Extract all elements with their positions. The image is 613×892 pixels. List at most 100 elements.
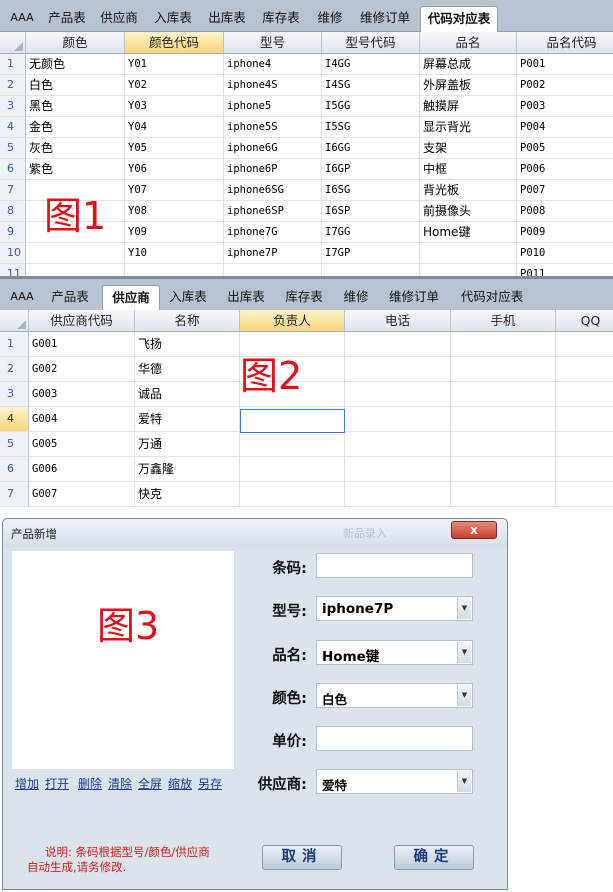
grid-cell[interactable]: Y01 xyxy=(125,54,224,75)
tab-repair[interactable]: 维修 xyxy=(338,285,374,311)
grid-cell[interactable]: 爱特 xyxy=(135,407,240,432)
grid-cell[interactable]: P003 xyxy=(517,96,613,117)
grid-cell[interactable] xyxy=(556,482,613,507)
grid-cell[interactable]: 快克 xyxy=(135,482,240,507)
row-number[interactable]: 6 xyxy=(0,457,29,482)
product-image-box[interactable]: 图3 xyxy=(12,551,234,769)
grid-cell[interactable]: G003 xyxy=(29,382,135,407)
grid-cell[interactable] xyxy=(556,407,613,432)
grid-cell[interactable]: I5GG xyxy=(322,96,420,117)
row-number[interactable]: 4 xyxy=(0,407,29,432)
grid-cell[interactable]: P007 xyxy=(517,180,613,201)
dialog-titlebar[interactable]: 产品新增 新品录入 x xyxy=(3,519,507,547)
grid-cell[interactable] xyxy=(240,482,345,507)
image-add-link[interactable]: 增加 xyxy=(15,775,39,792)
chevron-down-icon[interactable]: ▼ xyxy=(457,685,471,706)
chevron-down-icon[interactable]: ▼ xyxy=(457,642,471,663)
grid-cell[interactable]: I6SG xyxy=(322,180,420,201)
grid-cell[interactable]: Y03 xyxy=(125,96,224,117)
grid-cell[interactable]: 华德 xyxy=(135,357,240,382)
tab-outbound[interactable]: 出库表 xyxy=(204,6,250,32)
grid-cell[interactable] xyxy=(451,432,556,457)
column-header[interactable]: QQ xyxy=(556,310,613,332)
grid-cell[interactable]: 屏幕总成 xyxy=(420,54,517,75)
tab-inbound[interactable]: 入库表 xyxy=(150,6,196,32)
tab-aaa[interactable]: AAA xyxy=(6,6,38,32)
grid-cell[interactable]: P009 xyxy=(517,222,613,243)
grid-cell[interactable] xyxy=(420,264,517,276)
active-cell-selection[interactable] xyxy=(240,409,345,433)
grid-cell[interactable]: Home键 xyxy=(420,222,517,243)
grid-cell[interactable]: 万鑫隆 xyxy=(135,457,240,482)
grid-cell[interactable] xyxy=(556,332,613,357)
grid-cell[interactable]: I6GP xyxy=(322,159,420,180)
grid-cell[interactable]: Y09 xyxy=(125,222,224,243)
row-number[interactable]: 2 xyxy=(0,75,26,96)
cancel-button[interactable]: 取消 xyxy=(262,845,342,870)
grid-cell[interactable]: 背光板 xyxy=(420,180,517,201)
grid-cell[interactable]: 黑色 xyxy=(26,96,125,117)
grid-cell[interactable] xyxy=(451,357,556,382)
row-number[interactable]: 3 xyxy=(0,96,26,117)
tab-repair[interactable]: 维修 xyxy=(312,6,348,32)
grid-cell[interactable]: iphone5S xyxy=(224,117,322,138)
column-header[interactable]: 手机 xyxy=(451,310,556,332)
column-header[interactable]: 颜色 xyxy=(26,32,125,54)
image-delete-link[interactable]: 删除 xyxy=(78,775,102,792)
grid-cell[interactable] xyxy=(224,264,322,276)
grid-cell[interactable] xyxy=(240,457,345,482)
image-fullscreen-link[interactable]: 全屏 xyxy=(138,775,162,792)
column-header[interactable]: 电话 xyxy=(345,310,451,332)
grid-cell[interactable]: I7GP xyxy=(322,243,420,264)
barcode-input[interactable] xyxy=(316,553,473,578)
tab-code-mapping[interactable]: 代码对应表 xyxy=(454,285,530,311)
grid-cell[interactable] xyxy=(26,243,125,264)
column-header[interactable]: 品名代码 xyxy=(517,32,613,54)
close-button[interactable]: x xyxy=(451,521,497,539)
grid-cell[interactable]: iphone7G xyxy=(224,222,322,243)
grid-cell[interactable]: Y06 xyxy=(125,159,224,180)
grid-cell[interactable]: Y10 xyxy=(125,243,224,264)
tab-code-mapping[interactable]: 代码对应表 xyxy=(420,6,498,32)
grid-cell[interactable]: I6GG xyxy=(322,138,420,159)
grid-cell[interactable]: 支架 xyxy=(420,138,517,159)
grid-cell[interactable] xyxy=(451,382,556,407)
grid-cell[interactable]: P006 xyxy=(517,159,613,180)
row-number[interactable]: 2 xyxy=(0,357,29,382)
tab-suppliers[interactable]: 供应商 xyxy=(102,285,160,311)
grid-cell[interactable]: P010 xyxy=(517,243,613,264)
grid-cell[interactable]: P008 xyxy=(517,201,613,222)
grid-cell[interactable] xyxy=(345,482,451,507)
column-header[interactable]: 颜色代码 xyxy=(125,32,224,54)
row-number[interactable]: 5 xyxy=(0,138,26,159)
grid-cell[interactable]: P004 xyxy=(517,117,613,138)
grid-cell[interactable]: I6SP xyxy=(322,201,420,222)
column-header[interactable]: 型号代码 xyxy=(322,32,420,54)
grid-cell[interactable]: I4SG xyxy=(322,75,420,96)
tab-inventory[interactable]: 库存表 xyxy=(258,6,304,32)
grid-cell[interactable]: Y02 xyxy=(125,75,224,96)
grid-cell[interactable]: iphone5 xyxy=(224,96,322,117)
row-number[interactable]: 4 xyxy=(0,117,26,138)
tab-inbound[interactable]: 入库表 xyxy=(164,285,212,311)
grid-cell[interactable] xyxy=(556,357,613,382)
row-number[interactable]: 10 xyxy=(0,243,26,264)
grid-cell[interactable] xyxy=(240,432,345,457)
grid-cell[interactable] xyxy=(345,457,451,482)
tab-products[interactable]: 产品表 xyxy=(46,285,94,311)
select-all-corner[interactable] xyxy=(0,32,26,54)
grid-cell[interactable]: 白色 xyxy=(26,75,125,96)
row-number[interactable]: 3 xyxy=(0,382,29,407)
grid-cell[interactable] xyxy=(125,264,224,276)
row-number[interactable]: 7 xyxy=(0,482,29,507)
grid-cell[interactable]: 金色 xyxy=(26,117,125,138)
row-number[interactable]: 6 xyxy=(0,159,26,180)
grid-cell[interactable]: iphone6SG xyxy=(224,180,322,201)
grid-cell[interactable] xyxy=(26,264,125,276)
grid-cell[interactable] xyxy=(451,482,556,507)
grid-cell[interactable]: I7GG xyxy=(322,222,420,243)
grid-cell[interactable]: iphone6G xyxy=(224,138,322,159)
chevron-down-icon[interactable]: ▼ xyxy=(457,598,471,619)
grid-cell[interactable] xyxy=(345,357,451,382)
tab-repair-orders[interactable]: 维修订单 xyxy=(382,285,446,311)
